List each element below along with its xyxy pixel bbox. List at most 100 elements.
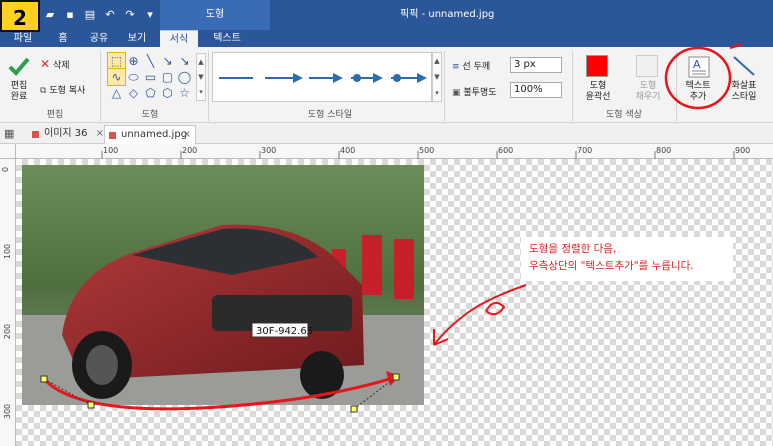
close-icon[interactable]: × [96,125,104,143]
shape-style-gallery[interactable] [212,52,432,102]
control-handle [40,375,48,383]
copy-icon: ⧉ [40,86,47,96]
doc-tab-unnamed[interactable]: unnamed.jpg × [104,125,196,144]
opacity-label: 불투명도 [463,88,497,98]
curve-icon[interactable]: ∿ [107,68,126,86]
redo-icon[interactable]: ↷ [124,8,136,21]
hexagon-icon[interactable]: ⬡ [159,85,176,101]
ruler-tick-label: 300 [261,146,277,155]
speech-bubble-icon[interactable]: ◯ [176,69,193,85]
fill-color-swatch[interactable] [636,55,658,77]
tab-view[interactable]: 보기 [122,30,152,47]
step-badge: 2 [0,0,40,32]
ruler-tick-label: 900 [735,146,751,155]
callout-line-2: 우측상단의 "텍스트추가"를 누릅니다. [529,260,694,272]
shape-style-group-label: 도형 스타일 [307,110,353,120]
ruler-vertical: 0 100 200 300 [0,159,16,446]
divider [208,51,209,121]
ruler-horizontal: 100 200 300 400 500 600 700 800 900 [16,144,773,159]
tab-format[interactable]: 서식 [160,30,198,47]
ruler-tick-label: 200 [182,146,198,155]
ruler-tick-label: 200 [3,323,13,340]
line-width-label-wrap: ≡ 선 두께 [452,59,490,72]
callout-line-1: 도형을 정렬한 다음, [529,243,617,255]
tab-share[interactable]: 공유 [84,30,114,47]
tab-home[interactable]: 홈 [50,30,76,47]
opacity-input[interactable]: 100% [510,82,562,98]
line-width-icon: ≡ [452,62,460,72]
tab-text[interactable]: 텍스트 [204,30,250,47]
folder-icon[interactable]: ▰ [44,8,56,21]
undo-icon[interactable]: ↶ [104,8,116,21]
save-icon[interactable]: ▪ [64,8,76,21]
doc-tab-label: 이미지 36 [44,128,88,139]
checkmark-icon[interactable] [8,55,30,77]
control-handle [350,405,358,413]
control-handle [87,401,95,409]
ruler-tick-label: 0 [1,166,11,173]
customize-icon[interactable]: ▾ [144,8,156,21]
shape-color-group-label: 도형 색상 [606,110,642,120]
opacity-icon: ▣ [452,88,461,98]
context-tab-shape: 도형 [160,0,270,30]
divider [572,51,573,121]
arrow-styles-icon [219,73,427,83]
line-icon[interactable]: ╲ [142,53,159,69]
ruler-tick-label: 700 [577,146,593,155]
delete-button[interactable]: ✕ 삭제 [40,57,70,71]
doc-tab-image36[interactable]: 이미지 36 × [28,125,104,144]
diagonal-icon[interactable]: ↘ [176,53,193,69]
delete-x-icon: ✕ [40,57,51,71]
image-icon [109,132,116,139]
rectangle-icon[interactable]: ▭ [142,69,159,85]
ribbon-tabs: 파일 홈 공유 보기 서식 텍스트 [0,30,773,47]
pentagon-icon[interactable]: ⬠ [142,85,159,101]
ruler-tick-label: 400 [340,146,356,155]
outline-color-swatch[interactable] [586,55,608,77]
ruler-tick-label: 800 [656,146,672,155]
shapes-gallery[interactable]: ⬚ ⊕ ╲ ↘ ↘ ∿ ⬭ ▭ ▢ ◯ △ ◇ ⬠ ⬡ ☆ [107,52,194,101]
line-arrow-icon[interactable]: ↘ [159,53,176,69]
quick-access-toolbar: ▰ ▪ ▤ ↶ ↷ ▾ [44,8,156,21]
divider [444,51,445,121]
curved-arrow-shape [42,375,397,411]
ribbon: 편집 완료 ✕ 삭제 ⧉ 도형 복사 편집 ⬚ ⊕ ╲ ↘ ↘ ∿ ⬭ ▭ ▢ … [0,47,773,123]
shape-outline-button[interactable]: 도형 윤곽선 [576,81,620,103]
copy-shape-label: 도형 복사 [49,86,86,96]
ruler-tick-label: 100 [3,243,13,260]
grid-view-icon[interactable]: ▦ [4,127,14,140]
print-icon[interactable]: ▤ [84,8,96,21]
divider [100,51,101,121]
shapes-scroll[interactable]: ▲ ▼ ▾ [196,53,206,101]
shapes-group-label: 도형 [141,110,159,120]
style-scroll[interactable]: ▲ ▼ ▾ [432,52,442,102]
editing-canvas[interactable]: 30F-942.65 도형을 정렬한 다음, 우측상단의 "텍스트추가"를 누릅… [16,159,773,446]
ellipse-icon[interactable]: ⬭ [125,69,142,85]
ruler-tick-label: 600 [498,146,514,155]
ruler-tick-label: 100 [103,146,119,155]
diamond-icon[interactable]: ◇ [125,85,142,101]
line-width-label: 선 두께 [462,62,491,72]
instruction-callout: 도형을 정렬한 다음, 우측상단의 "텍스트추가"를 누릅니다. [521,237,733,281]
close-icon[interactable]: × [183,126,191,144]
copy-shape-button[interactable]: ⧉ 도형 복사 [40,83,85,96]
line-width-input[interactable]: 3 px [510,57,562,73]
star-icon[interactable]: ☆ [176,85,193,101]
highlight-circle-annotation [664,42,743,110]
ruler-tick-label: 300 [3,403,13,420]
crosshair-icon[interactable]: ⊕ [125,53,142,69]
ruler-tick-label: 500 [419,146,435,155]
triangle-icon[interactable]: △ [108,85,125,101]
rect-select-icon[interactable]: ⬚ [107,52,126,70]
opacity-label-wrap: ▣ 불투명도 [452,85,497,98]
image-icon [32,131,39,138]
edit-group-label: 편집 [46,110,64,120]
doc-tab-label: unnamed.jpg [121,129,188,140]
document-tabs: ▦ 이미지 36 × unnamed.jpg × [0,123,773,144]
control-handle [392,373,400,381]
delete-label: 삭제 [52,61,70,71]
annotation-layer [40,284,527,413]
done-editing-button[interactable]: 편집 완료 [4,81,34,103]
rounded-rect-icon[interactable]: ▢ [159,69,176,85]
ruler-corner [0,144,16,159]
